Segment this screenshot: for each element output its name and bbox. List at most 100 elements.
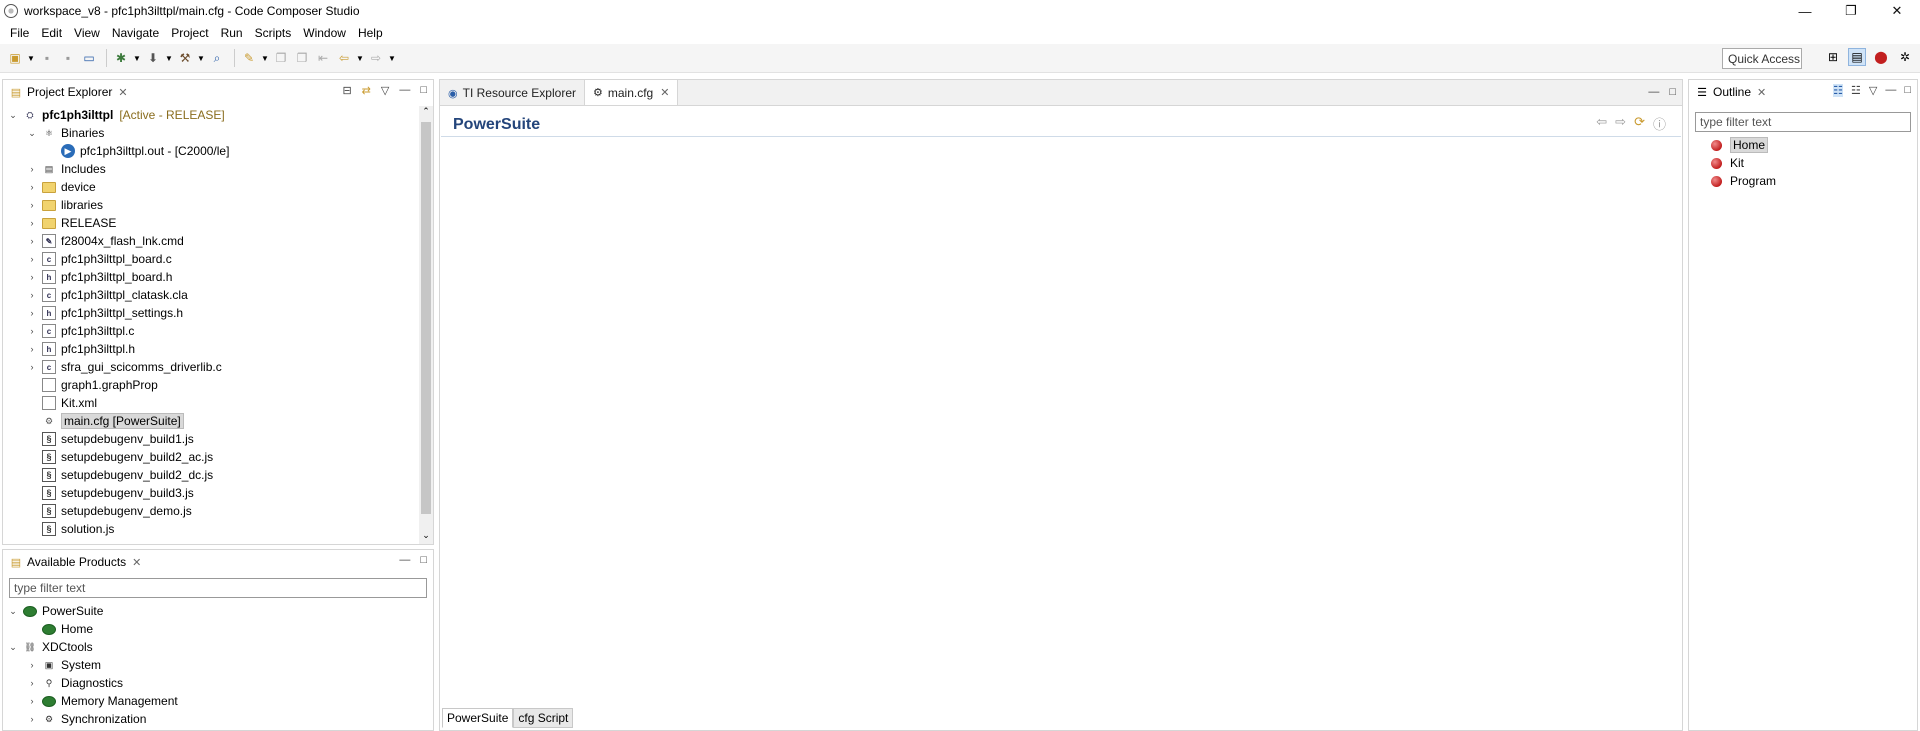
minimize-view-icon[interactable]: — [399,554,410,566]
terminal-icon[interactable]: ▭ [80,49,98,67]
products-filter-input[interactable]: type filter text [9,578,427,598]
expand-icon[interactable]: › [26,308,38,318]
help-icon[interactable]: ⓘ [1653,114,1666,133]
tree-item[interactable]: ⌄ ⚛ Binaries [3,124,419,142]
tree-item[interactable]: › h pfc1ph3ilttpl_board.h [3,268,419,286]
tab-ti-resource-explorer[interactable]: ◉ TI Resource Explorer [440,81,584,105]
expand-icon[interactable]: › [26,660,38,670]
scroll-up-arrow[interactable]: ⌃ [419,106,433,120]
expand-icon[interactable]: › [26,290,38,300]
outline-filter-input[interactable]: type filter text [1695,112,1911,132]
maximize-view-icon[interactable]: □ [420,554,427,566]
expand-icon[interactable]: › [26,164,38,174]
maximize-view-icon[interactable]: □ [420,84,427,97]
product-item[interactable]: › ▣ System [3,656,433,674]
new-icon[interactable]: ▣ [6,49,24,67]
expand-icon[interactable]: › [26,362,38,372]
menu-file[interactable]: File [4,22,35,44]
outline-title[interactable]: Outline [1713,85,1751,99]
menu-project[interactable]: Project [165,22,214,44]
menu-edit[interactable]: Edit [35,22,68,44]
menu-navigate[interactable]: Navigate [106,22,165,44]
expand-icon[interactable]: ⌄ [7,110,19,121]
maximize-button[interactable]: ❐ [1828,0,1874,22]
expand-icon[interactable]: › [26,182,38,192]
tree-item[interactable]: Kit.xml [3,394,419,412]
menu-view[interactable]: View [68,22,106,44]
dropdown-icon[interactable]: ▼ [388,49,396,67]
close-tab-icon[interactable]: ✕ [1757,86,1766,99]
nav-back-icon[interactable]: ⇦ [1596,114,1607,133]
expand-icon[interactable]: › [26,218,38,228]
tree-item[interactable]: › ▤ Includes [3,160,419,178]
tree-item[interactable]: ▶ pfc1ph3ilttpl.out - [C2000/le] [3,142,419,160]
product-item[interactable]: ⌄ PowerSuite [3,602,433,620]
tree-project-root[interactable]: ⌄ ⛭ pfc1ph3ilttpl [Active - RELEASE] [3,106,419,124]
view-menu-icon[interactable]: ▽ [381,84,389,97]
save-icon[interactable]: ▪ [38,49,56,67]
minimize-button[interactable]: — [1782,0,1828,22]
close-tab-icon[interactable]: ✕ [132,556,141,569]
tree-item[interactable]: › device [3,178,419,196]
dropdown-icon[interactable]: ▼ [356,49,364,67]
hammer-icon[interactable]: ⚒ [176,49,194,67]
nav-forward-icon[interactable]: ⇨ [1615,114,1626,133]
tree-item[interactable]: › h pfc1ph3ilttpl.h [3,340,419,358]
tree-item[interactable]: § setupdebugenv_build2_ac.js [3,448,419,466]
dropdown-icon[interactable]: ▼ [197,49,205,67]
build-icon[interactable]: ⬇ [144,49,162,67]
debug-icon[interactable]: ✱ [112,49,130,67]
expand-icon[interactable]: › [26,344,38,354]
minimize-view-icon[interactable]: — [1648,86,1659,98]
close-tab-icon[interactable]: ✕ [118,86,127,99]
close-button[interactable]: ✕ [1874,0,1920,22]
view-menu-icon[interactable]: ▽ [1869,84,1877,97]
maximize-view-icon[interactable]: □ [1904,84,1911,97]
menu-help[interactable]: Help [352,22,389,44]
product-item[interactable]: › ⚙ Synchronization [3,710,433,728]
copy-icon[interactable]: ❐ [272,49,290,67]
tree-item[interactable]: graph1.graphProp [3,376,419,394]
expand-icon[interactable]: › [26,678,38,688]
tree-item[interactable]: › c pfc1ph3ilttpl_board.c [3,250,419,268]
tree-item[interactable]: § setupdebugenv_demo.js [3,502,419,520]
project-explorer-title[interactable]: Project Explorer [27,85,112,99]
expand-icon[interactable]: › [26,272,38,282]
expand-icon[interactable]: › [26,326,38,336]
pen-icon[interactable]: ✎ [240,49,258,67]
tree-item[interactable]: › c pfc1ph3ilttpl.c [3,322,419,340]
refresh-icon[interactable]: ⟳ [1634,114,1645,133]
paste-icon[interactable]: ❐ [293,49,311,67]
tree-item[interactable]: ⚙ main.cfg [PowerSuite] [3,412,419,430]
project-explorer-scrollbar[interactable]: ⌃ ⌄ [419,106,433,544]
tree-item[interactable]: § setupdebugenv_build3.js [3,484,419,502]
tree-item[interactable]: § setupdebugenv_build1.js [3,430,419,448]
product-item[interactable]: › Memory Management [3,692,433,710]
forward-icon[interactable]: ⇨ [367,49,385,67]
close-tab-icon[interactable]: ✕ [660,86,669,99]
back-icon[interactable]: ⇦ [335,49,353,67]
dropdown-icon[interactable]: ▼ [165,49,173,67]
tree-item[interactable]: § setupdebugenv_build2_dc.js [3,466,419,484]
open-perspective-icon[interactable]: ⊞ [1824,48,1842,66]
expand-icon[interactable]: › [26,236,38,246]
quick-access-field[interactable]: Quick Access [1722,48,1802,69]
link-editor-icon[interactable]: ⇄ [362,84,371,97]
outline-item[interactable]: Kit [1689,154,1917,172]
tree-item[interactable]: › libraries [3,196,419,214]
expand-icon[interactable]: › [26,200,38,210]
dropdown-icon[interactable]: ▼ [261,49,269,67]
menu-scripts[interactable]: Scripts [249,22,298,44]
minimize-view-icon[interactable]: — [399,84,410,97]
tab-main-cfg[interactable]: ⚙ main.cfg ✕ [583,79,679,105]
tree-item[interactable]: § solution.js [3,520,419,538]
collapse-all-icon[interactable]: ⊟ [342,84,351,97]
tree-item[interactable]: › c sfra_gui_scicomms_driverlib.c [3,358,419,376]
outline-item[interactable]: Program [1689,172,1917,190]
tree-item[interactable]: › ✎ f28004x_flash_lnk.cmd [3,232,419,250]
save-all-icon[interactable]: ▪ [59,49,77,67]
tab-cfg-script[interactable]: cfg Script [513,708,574,728]
collapse-icon[interactable]: ⌄ [7,606,19,617]
maximize-view-icon[interactable]: □ [1669,86,1676,98]
menu-run[interactable]: Run [215,22,249,44]
